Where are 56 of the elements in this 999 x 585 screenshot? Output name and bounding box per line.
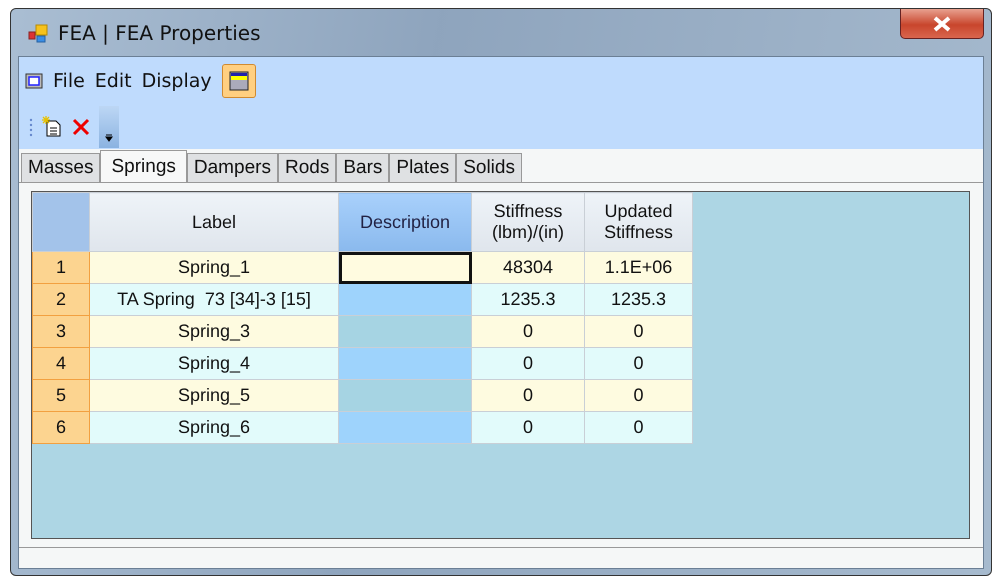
table-cell[interactable]: Spring_3 xyxy=(90,316,338,348)
table-cell[interactable]: 1.1E+06 xyxy=(584,252,692,284)
row-header[interactable]: 6 xyxy=(32,412,90,444)
row-header[interactable]: 4 xyxy=(32,348,90,380)
row-header[interactable]: 3 xyxy=(32,316,90,348)
table-cell[interactable]: Spring_4 xyxy=(90,348,338,380)
table-cell[interactable] xyxy=(338,316,472,348)
table-cell[interactable]: TA Spring 73 [34]-3 [15] xyxy=(90,284,338,316)
table-cell[interactable] xyxy=(338,284,472,316)
new-document-icon[interactable] xyxy=(41,116,63,138)
caret-icon xyxy=(105,134,113,142)
table-cell[interactable]: 0 xyxy=(584,316,692,348)
table-cell[interactable]: 0 xyxy=(472,380,584,412)
menu-item[interactable]: Edit xyxy=(94,70,132,92)
window-title: FEA | FEA Properties xyxy=(58,20,261,44)
row-header[interactable]: 5 xyxy=(32,380,90,412)
row-header[interactable]: 2 xyxy=(32,284,90,316)
table-cell[interactable]: Spring_6 xyxy=(90,412,338,444)
table-cell[interactable]: 48304 xyxy=(472,252,584,284)
column-header[interactable]: Description xyxy=(338,192,472,252)
column-header[interactable]: Label xyxy=(90,192,338,252)
layout-button[interactable] xyxy=(222,64,256,98)
table-cell[interactable]: 1235.3 xyxy=(584,284,692,316)
table-cell[interactable]: 0 xyxy=(584,380,692,412)
table-cell[interactable]: 0 xyxy=(472,348,584,380)
close-icon xyxy=(932,16,952,32)
tab[interactable]: Plates xyxy=(389,153,456,182)
table-cell[interactable] xyxy=(338,348,472,380)
tab[interactable]: Solids xyxy=(456,153,522,182)
overflow-button[interactable] xyxy=(99,106,119,148)
table-cell[interactable]: Spring_5 xyxy=(90,380,338,412)
table-cell[interactable] xyxy=(338,380,472,412)
menu-item[interactable]: File xyxy=(53,70,85,92)
table-cell[interactable]: Spring_1 xyxy=(90,252,338,284)
table-cell[interactable] xyxy=(338,252,472,284)
table-cell[interactable]: 0 xyxy=(472,412,584,444)
app-icon xyxy=(28,22,50,42)
menu-item[interactable]: Display xyxy=(142,70,212,92)
column-header[interactable]: Stiffness (lbm)/(in) xyxy=(472,192,584,252)
close-button[interactable] xyxy=(900,9,984,39)
row-header[interactable]: 1 xyxy=(32,252,90,284)
table-cell[interactable] xyxy=(338,412,472,444)
column-header[interactable]: Updated Stiffness xyxy=(584,192,692,252)
table-cell[interactable]: 0 xyxy=(472,316,584,348)
table-cell[interactable]: 0 xyxy=(584,348,692,380)
window-icon[interactable] xyxy=(25,73,43,89)
tab[interactable]: Bars xyxy=(336,153,390,182)
tab[interactable]: Dampers xyxy=(186,153,278,182)
tab[interactable]: Springs xyxy=(100,150,187,183)
tab[interactable]: Masses xyxy=(21,153,100,182)
tab[interactable]: Rods xyxy=(278,153,336,182)
panel-icon xyxy=(228,71,249,91)
delete-icon[interactable] xyxy=(71,117,91,137)
table-cell[interactable]: 0 xyxy=(584,412,692,444)
table-cell[interactable]: 1235.3 xyxy=(472,284,584,316)
grip-icon[interactable] xyxy=(29,117,33,137)
